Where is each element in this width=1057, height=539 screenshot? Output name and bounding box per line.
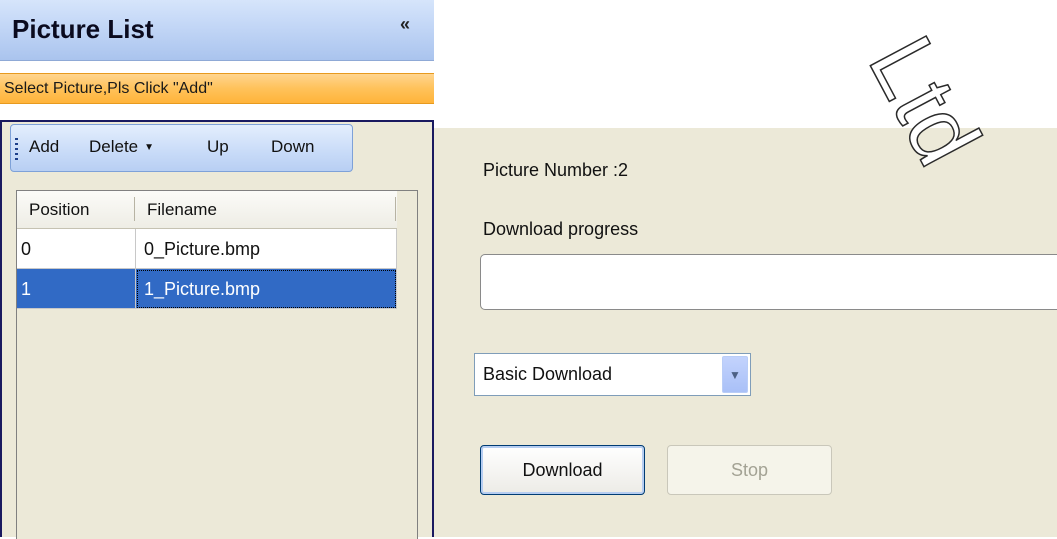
picture-list-header: Picture List «: [0, 0, 434, 61]
delete-label: Delete: [89, 137, 139, 156]
picture-grid: Position Filename 0 0_Picture.bmp 1 1_Pi…: [16, 190, 418, 539]
caret-down-icon: ▼: [144, 142, 155, 153]
download-button[interactable]: Download: [480, 445, 645, 495]
add-button[interactable]: Add: [29, 137, 59, 157]
hint-bar: Select Picture,Pls Click "Add": [0, 73, 434, 104]
up-button[interactable]: Up: [207, 137, 229, 157]
cell-position: 1: [17, 269, 136, 309]
cell-position: 0: [17, 229, 136, 269]
picture-number-label: Picture Number :2: [483, 160, 629, 180]
chevron-down-icon[interactable]: ▼: [722, 356, 748, 393]
download-mode-select[interactable]: Basic Download ▼: [474, 353, 751, 396]
stop-button[interactable]: Stop: [667, 445, 832, 495]
down-button[interactable]: Down: [271, 137, 314, 157]
download-panel: Picture Number :2 Download progress Basi…: [434, 128, 1057, 537]
table-row[interactable]: 0 0_Picture.bmp: [17, 229, 397, 269]
grid-header: Position Filename: [17, 191, 397, 229]
column-header-position[interactable]: Position: [29, 200, 89, 220]
download-mode-value: Basic Download: [483, 364, 613, 384]
toolbar-grip-icon[interactable]: [15, 138, 18, 160]
collapse-icon[interactable]: «: [400, 15, 416, 33]
download-progress-bar: [480, 254, 1057, 310]
download-progress-label: Download progress: [483, 219, 639, 239]
picture-list-panel: Add Delete ▼ Up Down Position Filename 0 …: [0, 120, 434, 539]
table-row-selected[interactable]: 1 1_Picture.bmp: [17, 269, 397, 309]
list-toolbar: Add Delete ▼ Up Down: [10, 124, 353, 172]
delete-button[interactable]: Delete ▼: [89, 137, 154, 157]
column-divider[interactable]: [395, 197, 396, 221]
column-divider[interactable]: [134, 197, 135, 221]
cell-filename: 0_Picture.bmp: [136, 229, 397, 269]
hint-text: Select Picture,Pls Click "Add": [4, 80, 213, 97]
cell-filename: 1_Picture.bmp: [136, 269, 397, 309]
panel-title: Picture List: [12, 14, 154, 44]
column-header-filename[interactable]: Filename: [147, 200, 217, 220]
